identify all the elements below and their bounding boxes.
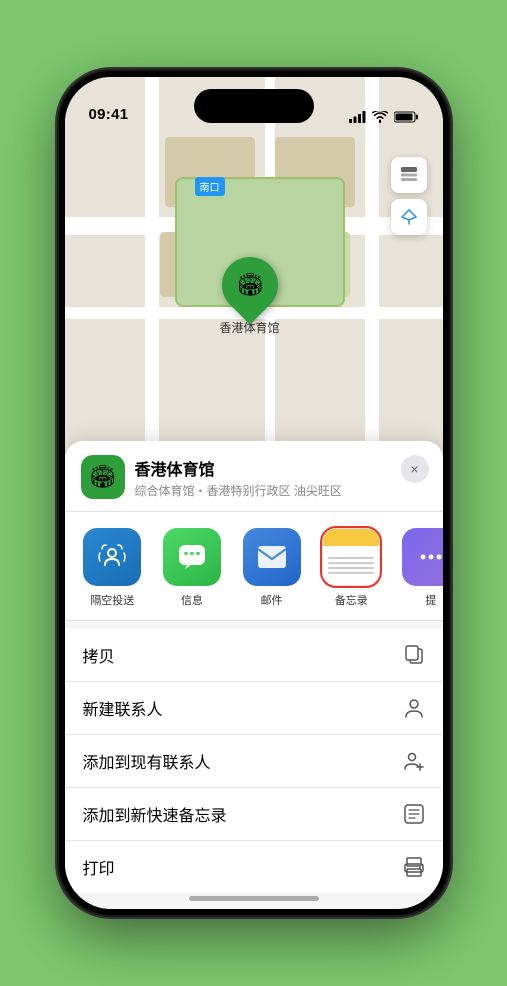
- action-copy[interactable]: 拷贝: [65, 629, 443, 682]
- battery-icon: [394, 111, 419, 123]
- more-label: 提: [425, 592, 436, 608]
- airdrop-symbol: [98, 543, 126, 571]
- airdrop-label: 隔空投送: [90, 592, 134, 608]
- share-airdrop[interactable]: 隔空投送: [73, 528, 153, 608]
- airdrop-icon: [83, 528, 141, 586]
- share-message[interactable]: 信息: [152, 528, 232, 608]
- notes-lines: [323, 546, 379, 585]
- bottom-sheet: 🏟 香港体育馆 综合体育馆・香港特别行政区 油尖旺区 ×: [65, 441, 443, 909]
- message-symbol: [177, 543, 207, 571]
- location-info: 香港体育馆 综合体育馆・香港特别行政区 油尖旺区: [135, 456, 427, 499]
- share-notes[interactable]: 备忘录: [311, 528, 391, 608]
- print-icon: [403, 856, 425, 878]
- action-list: 拷贝 新建联系人 添加到现有联系人: [65, 629, 443, 893]
- copy-icon: [403, 644, 425, 666]
- map-pin[interactable]: 🏟 香港体育馆: [220, 257, 280, 336]
- action-new-contact[interactable]: 新建联系人: [65, 682, 443, 735]
- mail-label: 邮件: [261, 592, 283, 608]
- signal-icon: [349, 111, 366, 123]
- share-more[interactable]: 提: [391, 528, 443, 608]
- status-icons: [349, 111, 419, 123]
- add-to-contact-label: 添加到现有联系人: [83, 749, 211, 773]
- notes-line-1: [328, 557, 374, 559]
- person-icon: [403, 697, 425, 719]
- wifi-icon: [372, 111, 388, 123]
- location-venue-icon: 🏟: [81, 455, 125, 499]
- mail-icon: [243, 528, 301, 586]
- action-print[interactable]: 打印: [65, 841, 443, 893]
- mail-symbol: [257, 545, 287, 569]
- more-dots-icon: [417, 543, 443, 571]
- share-mail[interactable]: 邮件: [232, 528, 312, 608]
- notes-line-2: [328, 562, 374, 564]
- message-icon: [163, 528, 221, 586]
- exit-sign: 南口: [195, 177, 225, 196]
- phone-screen: 09:41: [65, 77, 443, 909]
- dynamic-island: [194, 89, 314, 123]
- new-contact-label: 新建联系人: [83, 696, 163, 720]
- stadium-icon: 🏟: [236, 272, 264, 298]
- map-pin-icon: 🏟: [210, 245, 289, 324]
- map-layers-button[interactable]: [391, 157, 427, 193]
- person-add-icon: [403, 750, 425, 772]
- location-name: 香港体育馆: [135, 456, 427, 480]
- notes-line-4: [328, 572, 374, 574]
- copy-label: 拷贝: [83, 643, 115, 667]
- print-label: 打印: [83, 855, 115, 879]
- phone-frame: 09:41: [59, 71, 449, 915]
- notes-icon: [322, 528, 380, 586]
- message-label: 信息: [181, 592, 203, 608]
- notes-line-3: [328, 567, 374, 569]
- location-header: 🏟 香港体育馆 综合体育馆・香港特别行政区 油尖旺区 ×: [65, 441, 443, 512]
- status-time: 09:41: [89, 106, 129, 123]
- location-button[interactable]: [391, 199, 427, 235]
- location-description: 综合体育馆・香港特别行政区 油尖旺区: [135, 482, 427, 499]
- layers-icon: [399, 165, 419, 185]
- notes-label: 备忘录: [335, 592, 368, 608]
- notes-top-bar: [323, 529, 379, 546]
- location-arrow-icon: [400, 208, 418, 226]
- share-row: 隔空投送 信息: [65, 512, 443, 621]
- action-quick-note[interactable]: 添加到新快速备忘录: [65, 788, 443, 841]
- note-icon: [403, 803, 425, 825]
- home-indicator: [189, 896, 319, 901]
- close-button[interactable]: ×: [401, 455, 429, 483]
- action-add-to-contact[interactable]: 添加到现有联系人: [65, 735, 443, 788]
- more-icon: [402, 528, 443, 586]
- quick-note-label: 添加到新快速备忘录: [83, 802, 227, 826]
- notes-icon-content: [323, 529, 379, 585]
